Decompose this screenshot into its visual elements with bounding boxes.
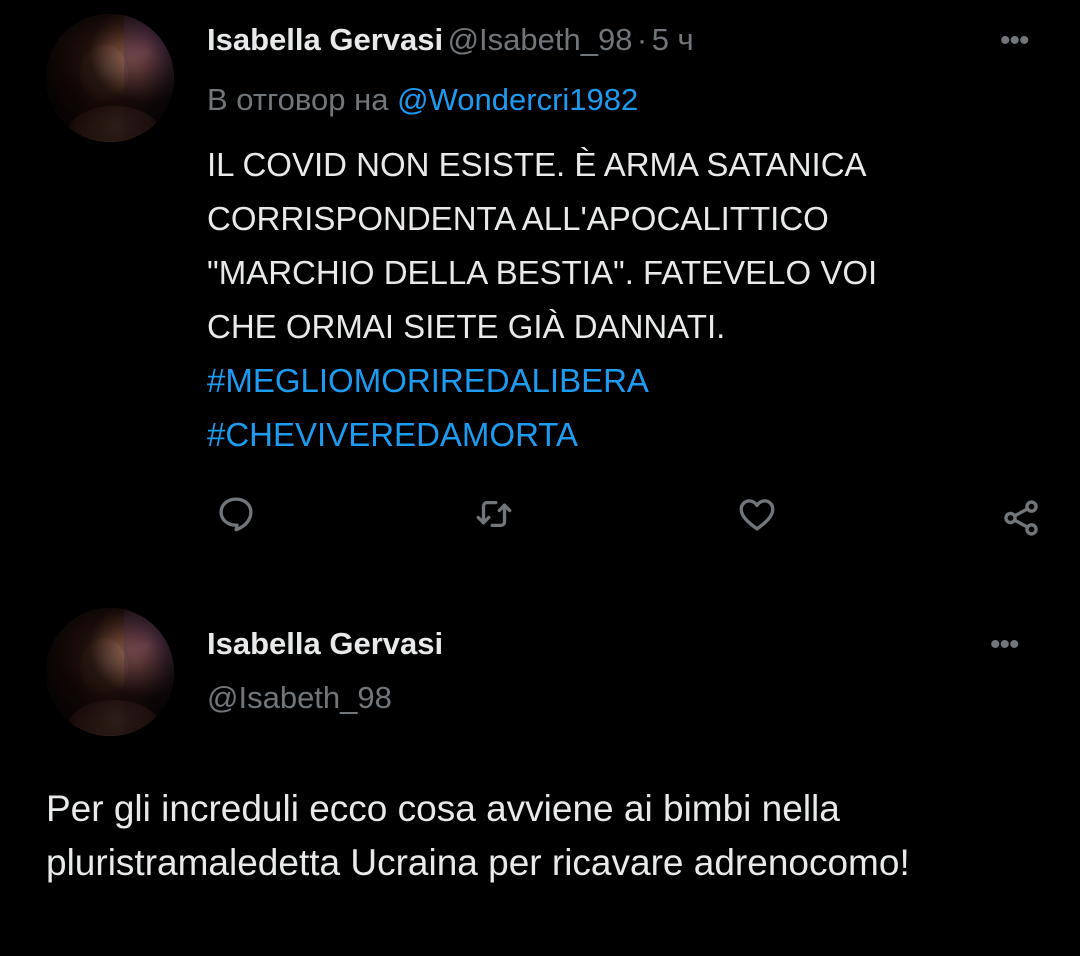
reply-icon[interactable] <box>212 490 260 538</box>
author-handle[interactable]: @Isabeth_98 <box>448 22 633 57</box>
more-options-icon[interactable]: ••• <box>1000 24 1029 58</box>
header-separator: · <box>636 22 648 57</box>
tweet-text: IL COVID NON ESISTE. È ARMA SATANICA COR… <box>207 138 1027 462</box>
retweet-icon[interactable] <box>470 490 518 538</box>
author-name[interactable]: Isabella Gervasi <box>207 22 443 57</box>
reply-handle-link[interactable]: @Wondercri1982 <box>397 82 638 117</box>
hashtag-link[interactable]: #MEGLIOMORIREDALIBERA <box>207 354 1027 408</box>
avatar-hair <box>46 608 174 736</box>
tweet-reply[interactable]: Isabella Gervasi @Isabeth_98 · 5 ч ••• В… <box>0 0 1080 590</box>
tweet-actions <box>0 490 1080 546</box>
more-options-icon[interactable]: ••• <box>990 628 1019 662</box>
avatar-hair <box>46 14 174 142</box>
hashtag-link[interactable]: #CHEVIVEREDAMORTA <box>207 408 1027 462</box>
tweet-main[interactable]: Isabella Gervasi @Isabeth_98 ••• Per gli… <box>0 590 1080 956</box>
tweet-time[interactable]: 5 ч <box>652 22 694 57</box>
author-name[interactable]: Isabella Gervasi <box>207 626 443 662</box>
like-icon[interactable] <box>733 490 781 538</box>
reply-prefix: В отговор на <box>207 82 389 117</box>
share-icon[interactable] <box>997 494 1045 542</box>
author-handle[interactable]: @Isabeth_98 <box>207 680 392 716</box>
tweet-header: Isabella Gervasi @Isabeth_98 · 5 ч <box>207 22 694 58</box>
author-avatar[interactable] <box>46 608 174 736</box>
author-avatar[interactable] <box>46 14 174 142</box>
tweet-body: IL COVID NON ESISTE. È ARMA SATANICA COR… <box>207 146 878 345</box>
reply-context: В отговор на @Wondercri1982 <box>207 82 638 118</box>
tweet-text: Per gli increduli ecco cosa avviene ai b… <box>46 788 910 883</box>
